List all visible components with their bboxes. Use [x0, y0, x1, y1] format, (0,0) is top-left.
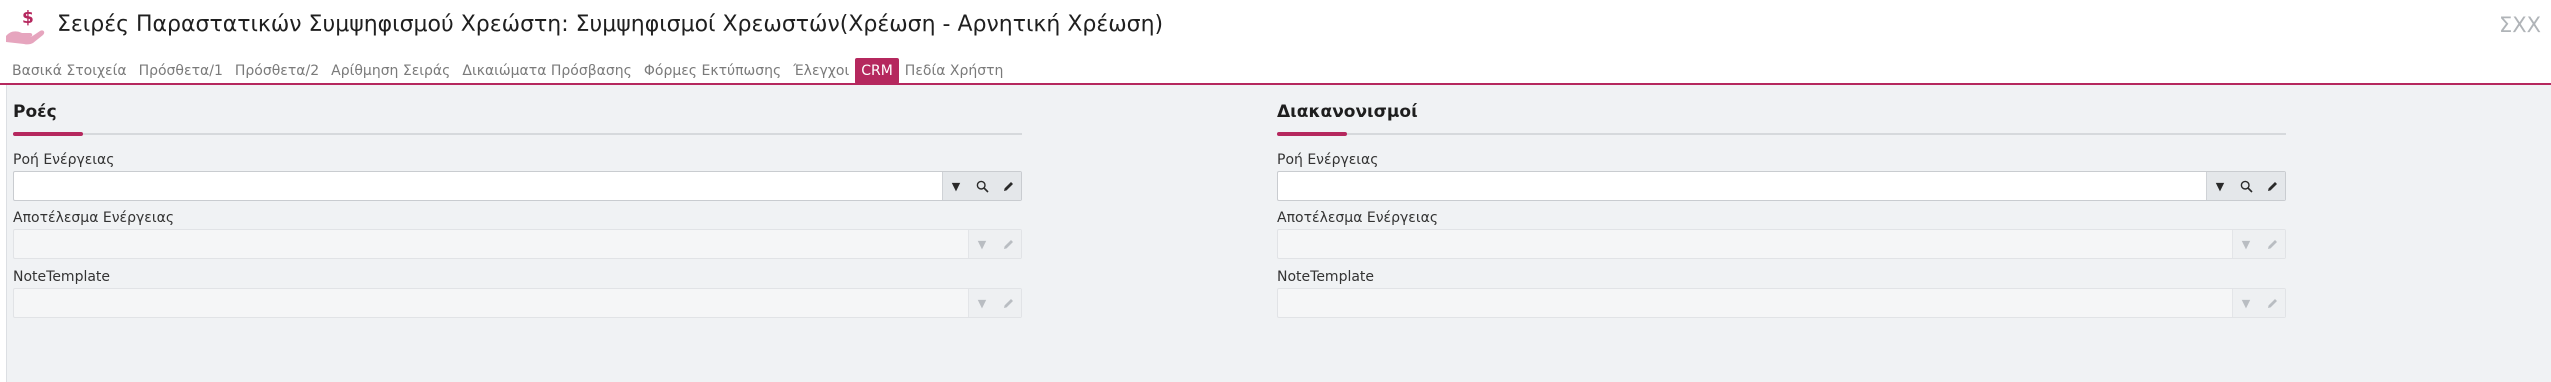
search-icon[interactable] — [969, 172, 995, 200]
crm-panel: Ροές Ροή Ενέργειας ▼ Αποτέλεσμα Ενέργεια… — [6, 85, 2551, 382]
action-result-field: ▼ — [13, 229, 1022, 259]
action-result-field: ▼ — [1277, 229, 2286, 259]
dropdown-icon[interactable]: ▼ — [943, 172, 969, 200]
note-template-input — [14, 289, 946, 317]
action-result-input — [14, 230, 946, 258]
section-title: Ροές — [13, 102, 57, 122]
tab-print-forms[interactable]: Φόρμες Εκτύπωσης — [638, 57, 787, 85]
field-label: NoteTemplate — [13, 269, 111, 285]
tab-extra-1[interactable]: Πρόσθετα/1 — [133, 57, 229, 85]
hand-holding-dollar-icon: $ — [6, 8, 45, 45]
field-label: NoteTemplate — [1277, 269, 1375, 285]
dropdown-icon: ▼ — [2241, 296, 2251, 310]
field-label: Αποτέλεσμα Ενέργειας — [13, 210, 175, 226]
search-icon[interactable] — [2233, 172, 2259, 200]
svg-text:$: $ — [22, 8, 34, 28]
dropdown-icon: ▼ — [977, 237, 987, 251]
field-label: Ροή Ενέργειας — [13, 152, 115, 168]
tab-basic-info[interactable]: Βασικά Στοιχεία — [6, 57, 133, 85]
field-label: Ροή Ενέργειας — [1277, 152, 1379, 168]
dropdown-icon: ▼ — [2241, 237, 2251, 251]
tab-access-rights[interactable]: Δικαιώματα Πρόσβασης — [456, 57, 637, 85]
dropdown-icon[interactable]: ▼ — [2207, 172, 2233, 200]
field-label: Αποτέλεσμα Ενέργειας — [1277, 210, 1439, 226]
section-accent — [13, 132, 83, 136]
series-code: ΣΧΧ — [2498, 13, 2541, 37]
page-title: Σειρές Παραστατικών Συμψηφισμού Χρεώστη:… — [57, 12, 1164, 37]
edit-icon — [2259, 289, 2285, 317]
tab-checks[interactable]: Έλεγχοι — [787, 57, 855, 85]
action-flow-input[interactable] — [1278, 172, 2210, 200]
edit-icon — [995, 289, 1021, 317]
edit-icon[interactable] — [2259, 172, 2285, 200]
edit-icon — [2259, 230, 2285, 258]
action-flow-field: ▼ — [1277, 171, 2286, 201]
tab-crm[interactable]: CRM — [855, 58, 899, 84]
tab-bar: Βασικά Στοιχεία Πρόσθετα/1 Πρόσθετα/2 Αρ… — [6, 57, 1009, 85]
tab-extra-2[interactable]: Πρόσθετα/2 — [229, 57, 325, 85]
section-divider — [13, 133, 1022, 135]
edit-icon[interactable] — [995, 172, 1021, 200]
dropdown-icon: ▼ — [977, 296, 987, 310]
action-flow-field: ▼ — [13, 171, 1022, 201]
note-template-field: ▼ — [1277, 288, 2286, 318]
tab-user-fields[interactable]: Πεδία Χρήστη — [899, 57, 1010, 85]
page-header: $ Σειρές Παραστατικών Συμψηφισμού Χρεώστ… — [0, 0, 2551, 52]
note-template-field: ▼ — [13, 288, 1022, 318]
action-flow-input[interactable] — [14, 172, 946, 200]
note-template-input — [1278, 289, 2210, 317]
action-result-input — [1278, 230, 2210, 258]
section-divider — [1277, 133, 2286, 135]
edit-icon — [995, 230, 1021, 258]
section-accent — [1277, 132, 1347, 136]
tab-series-numbering[interactable]: Αρίθμηση Σειράς — [325, 57, 456, 85]
section-title: Διακανονισμοί — [1277, 102, 1418, 122]
